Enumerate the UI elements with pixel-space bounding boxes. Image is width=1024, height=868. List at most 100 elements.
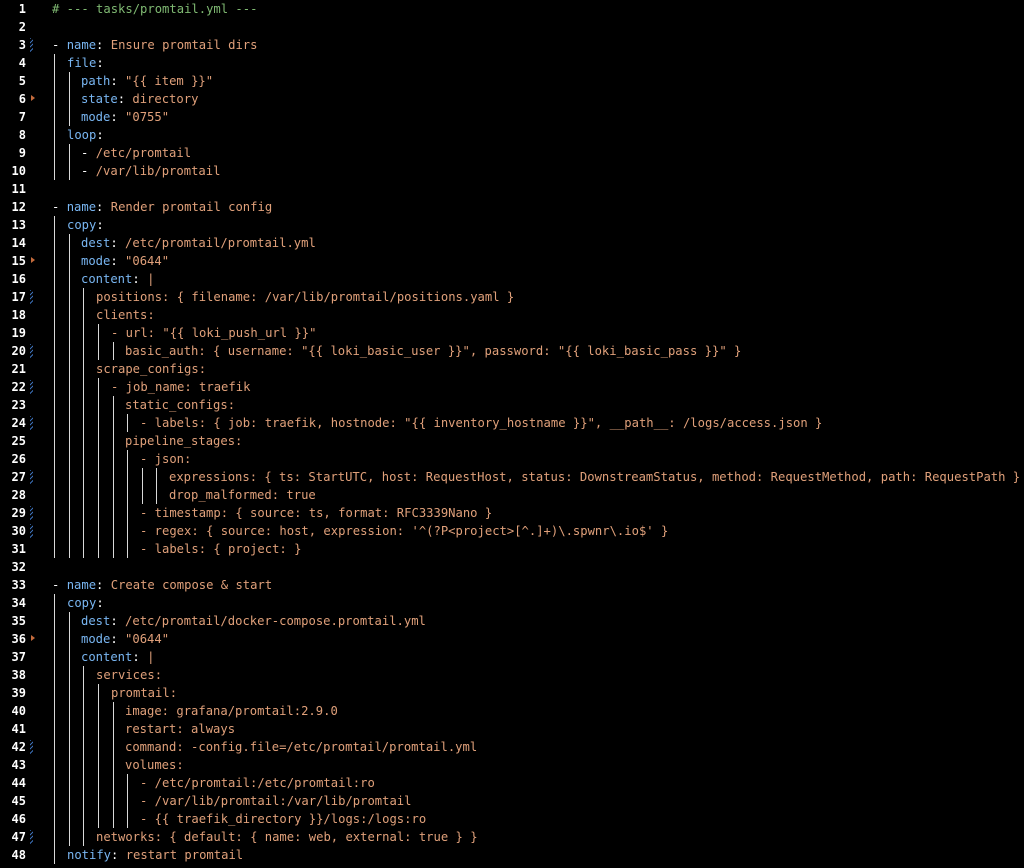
- code-line[interactable]: 22 - job_name: traefik: [0, 378, 1024, 396]
- code-line[interactable]: 36 mode: "0644": [0, 630, 1024, 648]
- code-line[interactable]: 12 - name: Render promtail config: [0, 198, 1024, 216]
- code-text[interactable]: - /var/lib/promtail: [81, 162, 220, 180]
- fold-arrow-icon[interactable]: [31, 95, 35, 101]
- code-line[interactable]: 13 copy:: [0, 216, 1024, 234]
- code-text[interactable]: - /etc/promtail: [81, 144, 191, 162]
- code-text[interactable]: - json:: [140, 450, 191, 468]
- code-text[interactable]: state: directory: [81, 90, 198, 108]
- code-line[interactable]: 7 mode: "0755": [0, 108, 1024, 126]
- code-line[interactable]: 31 - labels: { project: }: [0, 540, 1024, 558]
- code-line[interactable]: 44 - /etc/promtail:/etc/promtail:ro: [0, 774, 1024, 792]
- code-text[interactable]: path: "{{ item }}": [81, 72, 213, 90]
- code-line[interactable]: 11: [0, 180, 1024, 198]
- indent-guide: [54, 612, 55, 630]
- code-line[interactable]: 41 restart: always: [0, 720, 1024, 738]
- code-line[interactable]: 20 basic_auth: { username: "{{ loki_basic…: [0, 342, 1024, 360]
- code-line[interactable]: 35 dest: /etc/promtail/docker-compose.pro…: [0, 612, 1024, 630]
- code-line[interactable]: 46 - {{ traefik_directory }}/logs:/logs:r…: [0, 810, 1024, 828]
- code-text[interactable]: mode: "0755": [81, 108, 169, 126]
- code-text[interactable]: mode: "0644": [81, 252, 169, 270]
- code-line[interactable]: 47 networks: { default: { name: web, exte…: [0, 828, 1024, 846]
- code-line[interactable]: 33 - name: Create compose & start: [0, 576, 1024, 594]
- code-text[interactable]: promtail:: [111, 684, 177, 702]
- code-text[interactable]: scrape_configs:: [96, 360, 206, 378]
- code-line[interactable]: 48 notify: restart promtail: [0, 846, 1024, 864]
- line-number: 3: [18, 38, 26, 52]
- code-text[interactable]: - timestamp: { source: ts, format: RFC33…: [140, 504, 492, 522]
- code-text[interactable]: - labels: { job: traefik, hostnode: "{{ …: [140, 414, 822, 432]
- code-text[interactable]: services:: [96, 666, 162, 684]
- code-line[interactable]: 29 - timestamp: { source: ts, format: RFC…: [0, 504, 1024, 522]
- code-text[interactable]: pipeline_stages:: [125, 432, 242, 450]
- code-line[interactable]: 37 content: |: [0, 648, 1024, 666]
- code-text[interactable]: networks: { default: { name: web, extern…: [96, 828, 478, 846]
- code-text[interactable]: dest: /etc/promtail/promtail.yml: [81, 234, 316, 252]
- code-text[interactable]: # --- tasks/promtail.yml ---: [52, 0, 257, 18]
- fold-arrow-icon[interactable]: [31, 635, 35, 641]
- code-line[interactable]: 17 positions: { filename: /var/lib/promta…: [0, 288, 1024, 306]
- code-text[interactable]: volumes:: [125, 756, 184, 774]
- code-text[interactable]: loop:: [67, 126, 104, 144]
- code-text[interactable]: clients:: [96, 306, 155, 324]
- code-text[interactable]: content: |: [81, 270, 154, 288]
- code-text[interactable]: notify: restart promtail: [67, 846, 243, 864]
- code-line[interactable]: 19 - url: "{{ loki_push_url }}": [0, 324, 1024, 342]
- code-line[interactable]: 4 file:: [0, 54, 1024, 72]
- code-line[interactable]: 42 command: -config.file=/etc/promtail/pr…: [0, 738, 1024, 756]
- fold-arrow-icon[interactable]: [31, 257, 35, 263]
- code-line[interactable]: 39 promtail:: [0, 684, 1024, 702]
- code-text[interactable]: file:: [67, 54, 104, 72]
- code-line[interactable]: 16 content: |: [0, 270, 1024, 288]
- indent-guide: [54, 684, 55, 702]
- code-text[interactable]: - /etc/promtail:/etc/promtail:ro: [140, 774, 375, 792]
- code-line[interactable]: 8 loop:: [0, 126, 1024, 144]
- code-text[interactable]: image: grafana/promtail:2.9.0: [125, 702, 338, 720]
- code-line[interactable]: 2: [0, 18, 1024, 36]
- code-text[interactable]: - name: Ensure promtail dirs: [52, 36, 257, 54]
- code-text[interactable]: dest: /etc/promtail/docker-compose.promt…: [81, 612, 426, 630]
- code-line[interactable]: 34 copy:: [0, 594, 1024, 612]
- code-text[interactable]: - regex: { source: host, expression: '^(…: [140, 522, 668, 540]
- code-text[interactable]: positions: { filename: /var/lib/promtail…: [96, 288, 514, 306]
- code-text[interactable]: expressions: { ts: StartUTC, host: Reque…: [169, 468, 1020, 486]
- code-line[interactable]: 40 image: grafana/promtail:2.9.0: [0, 702, 1024, 720]
- code-text[interactable]: - name: Render promtail config: [52, 198, 272, 216]
- code-line[interactable]: 15 mode: "0644": [0, 252, 1024, 270]
- code-text[interactable]: - name: Create compose & start: [52, 576, 272, 594]
- code-text[interactable]: mode: "0644": [81, 630, 169, 648]
- code-text[interactable]: - labels: { project: }: [140, 540, 301, 558]
- code-text[interactable]: - /var/lib/promtail:/var/lib/promtail: [140, 792, 412, 810]
- code-text[interactable]: copy:: [67, 216, 104, 234]
- code-line[interactable]: 14 dest: /etc/promtail/promtail.yml: [0, 234, 1024, 252]
- code-line[interactable]: 10 - /var/lib/promtail: [0, 162, 1024, 180]
- code-line[interactable]: 45 - /var/lib/promtail:/var/lib/promtail: [0, 792, 1024, 810]
- code-text[interactable]: - url: "{{ loki_push_url }}": [111, 324, 316, 342]
- code-line[interactable]: 21 scrape_configs:: [0, 360, 1024, 378]
- code-text[interactable]: drop_malformed: true: [169, 486, 316, 504]
- code-line[interactable]: 1 # --- tasks/promtail.yml ---: [0, 0, 1024, 18]
- code-line[interactable]: 5 path: "{{ item }}": [0, 72, 1024, 90]
- code-text[interactable]: static_configs:: [125, 396, 235, 414]
- code-line[interactable]: 24 - labels: { job: traefik, hostnode: "{…: [0, 414, 1024, 432]
- code-text[interactable]: - job_name: traefik: [111, 378, 250, 396]
- code-line[interactable]: 38 services:: [0, 666, 1024, 684]
- code-line[interactable]: 3 - name: Ensure promtail dirs: [0, 36, 1024, 54]
- code-line[interactable]: 23 static_configs:: [0, 396, 1024, 414]
- code-line[interactable]: 27 expressions: { ts: StartUTC, host: Req…: [0, 468, 1024, 486]
- code-text[interactable]: copy:: [67, 594, 104, 612]
- code-line[interactable]: 25 pipeline_stages:: [0, 432, 1024, 450]
- code-text[interactable]: - {{ traefik_directory }}/logs:/logs:ro: [140, 810, 426, 828]
- code-line[interactable]: 32: [0, 558, 1024, 576]
- code-text[interactable]: basic_auth: { username: "{{ loki_basic_u…: [125, 342, 741, 360]
- code-line[interactable]: 26 - json:: [0, 450, 1024, 468]
- code-text[interactable]: command: -config.file=/etc/promtail/prom…: [125, 738, 477, 756]
- code-line[interactable]: 43 volumes:: [0, 756, 1024, 774]
- code-text[interactable]: restart: always: [125, 720, 235, 738]
- code-line[interactable]: 9 - /etc/promtail: [0, 144, 1024, 162]
- code-line[interactable]: 30 - regex: { source: host, expression: '…: [0, 522, 1024, 540]
- code-line[interactable]: 18 clients:: [0, 306, 1024, 324]
- code-editor[interactable]: 1 # --- tasks/promtail.yml --- 2 3 - name: E…: [0, 0, 1024, 868]
- code-text[interactable]: content: |: [81, 648, 154, 666]
- code-line[interactable]: 6 state: directory: [0, 90, 1024, 108]
- code-line[interactable]: 28 drop_malformed: true: [0, 486, 1024, 504]
